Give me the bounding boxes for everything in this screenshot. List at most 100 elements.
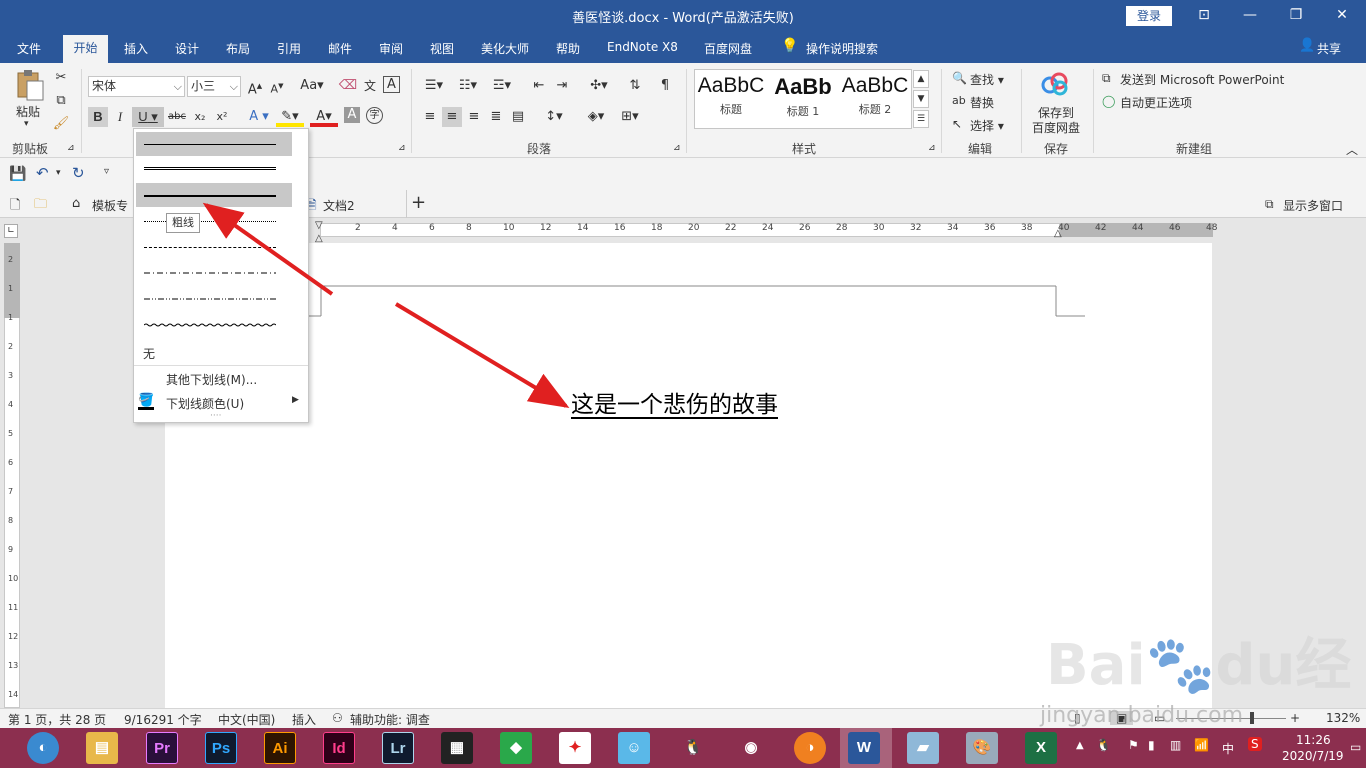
right-indent-icon[interactable]: △ (1054, 228, 1062, 239)
multi-window-button[interactable]: 显示多窗口 (1283, 197, 1343, 214)
ime-indicator[interactable]: 中 (1222, 740, 1234, 757)
customize-qat-icon[interactable]: ▿ (104, 166, 109, 177)
shading-icon[interactable]: ◈▾ (582, 107, 610, 127)
underline-button[interactable]: U ▾ (132, 107, 164, 127)
chrome-icon[interactable]: ◉ (735, 732, 767, 764)
line-spacing-icon[interactable]: ↕▾ (540, 107, 568, 127)
decrease-indent-icon[interactable]: ⇤ (529, 76, 549, 96)
align-center-icon[interactable]: ≡ (442, 107, 462, 127)
home-icon[interactable]: ⌂ (72, 196, 80, 211)
font-name-combo[interactable]: 宋体 ⌵ (88, 76, 185, 97)
clock-time[interactable]: 11:26 (1296, 733, 1331, 747)
premiere-icon[interactable]: Pr (146, 732, 178, 764)
find-button[interactable]: 查找 ▾ (970, 71, 1004, 88)
add-tab-icon[interactable]: + (411, 192, 426, 213)
zoom-level[interactable]: 132% (1326, 711, 1360, 725)
underline-option-dotted[interactable] (136, 209, 292, 233)
tab-review[interactable]: 审阅 (379, 40, 403, 57)
increase-indent-icon[interactable]: ⇥ (552, 76, 572, 96)
tab-template[interactable]: 模板专 (92, 197, 128, 214)
insert-mode[interactable]: 插入 (292, 711, 316, 728)
distribute-icon[interactable]: ▤ (508, 107, 528, 127)
send-to-ppt-icon[interactable]: ⧉ (1102, 71, 1111, 86)
text-effects-icon[interactable]: A ▾ (246, 107, 272, 127)
tab-design[interactable]: 设计 (175, 40, 199, 57)
underline-option-thick[interactable] (136, 183, 292, 207)
word-taskbar-icon[interactable]: W (848, 732, 880, 764)
photoshop-icon[interactable]: Ps (205, 732, 237, 764)
tab-doc2[interactable]: 文档2 (323, 197, 355, 214)
app-green-icon[interactable]: ◆ (500, 732, 532, 764)
tray-expand-icon[interactable]: ▲ (1076, 740, 1084, 751)
share-button[interactable]: 共享 (1317, 40, 1341, 57)
tray-flag-icon[interactable]: ⚑ (1128, 738, 1139, 752)
page-count[interactable]: 第 1 页，共 28 页 (8, 711, 106, 728)
enclose-char-icon[interactable]: 字 (366, 107, 383, 124)
first-line-indent-icon[interactable]: ▽ (315, 220, 323, 231)
excel-taskbar-icon[interactable]: X (1025, 732, 1057, 764)
change-case-icon[interactable]: Aa▾ (297, 76, 327, 96)
show-marks-icon[interactable]: ¶ (655, 76, 675, 96)
close-icon[interactable]: ✕ (1319, 0, 1365, 31)
chinese-layout-icon[interactable]: ✣▾ (585, 76, 613, 96)
styles-launcher-icon[interactable]: ⊿ (928, 143, 936, 153)
copy-icon[interactable]: ⧉ (51, 91, 71, 111)
sogou-icon[interactable]: S (1248, 737, 1262, 751)
word-count[interactable]: 9/16291 个字 (124, 711, 202, 728)
highlight-icon[interactable]: ✎▾ (276, 107, 304, 127)
gallery-down-icon[interactable]: ▼ (913, 90, 929, 108)
tray-qq-icon[interactable]: 🐧 (1096, 738, 1111, 752)
open-folder-icon[interactable]: 🗀 (34, 195, 47, 217)
subscript-button[interactable]: x₂ (190, 107, 210, 127)
browser-360-icon[interactable]: ◐ (27, 732, 59, 764)
qq-icon[interactable]: 🐧 (677, 732, 709, 764)
accessibility-status[interactable]: 辅助功能: 调查 (350, 711, 430, 728)
autocorrect-icon[interactable]: ◯ (1102, 94, 1115, 108)
align-left-icon[interactable]: ≡ (420, 107, 440, 127)
maximize-icon[interactable]: ❐ (1273, 0, 1319, 31)
tab-insert[interactable]: 插入 (124, 40, 148, 57)
font-launcher-icon[interactable]: ⊿ (398, 143, 406, 153)
phonetic-guide-icon[interactable]: 文 (360, 76, 380, 96)
underline-option-single[interactable] (136, 132, 292, 156)
gallery-more-icon[interactable]: ☰ (913, 110, 929, 128)
gallery-up-icon[interactable]: ▲ (913, 70, 929, 88)
underline-option-dash-dot-dot[interactable] (136, 287, 292, 311)
autocorrect-button[interactable]: 自动更正选项 (1120, 94, 1192, 111)
undo-icon[interactable]: ↶ (36, 164, 49, 182)
multi-window-icon[interactable]: ⧉ (1265, 197, 1274, 212)
tab-layout[interactable]: 布局 (226, 40, 250, 57)
paint-icon[interactable]: 🎨 (966, 732, 998, 764)
replace-icon[interactable]: ab (952, 94, 966, 107)
find-icon[interactable]: 🔍 (952, 71, 967, 85)
notification-icon[interactable]: ▭ (1350, 740, 1361, 754)
tab-selector-icon[interactable]: ∟ (4, 224, 18, 238)
login-button[interactable]: 登录 (1126, 6, 1172, 26)
numbering-icon[interactable]: ☷▾ (454, 76, 482, 96)
tab-references[interactable]: 引用 (277, 40, 301, 57)
format-painter-icon[interactable]: 🖌 (51, 114, 71, 134)
app-chat-icon[interactable]: ☺ (618, 732, 650, 764)
collapse-ribbon-icon[interactable]: ︿ (1346, 141, 1358, 158)
underline-color-item[interactable]: 下划线颜色(U) (166, 395, 244, 412)
baidu-pan-label[interactable]: 百度网盘 (1032, 119, 1080, 136)
tray-wifi-icon[interactable]: 📶 (1194, 738, 1209, 752)
underline-option-none[interactable]: 无 (143, 345, 155, 362)
underline-option-dash-dot[interactable] (136, 261, 292, 285)
minimize-icon[interactable]: — (1227, 0, 1273, 31)
ribbon-display-icon[interactable]: ⊡ (1181, 0, 1227, 31)
font-color-icon[interactable]: A▾ (310, 107, 338, 127)
resize-grip-icon[interactable]: ···· (210, 411, 221, 421)
borders-icon[interactable]: ⊞▾ (616, 107, 644, 127)
superscript-button[interactable]: x² (212, 107, 232, 127)
language[interactable]: 中文(中国) (218, 711, 275, 728)
style-heading-1[interactable]: AaBb 标题 1 (767, 74, 839, 119)
save-icon[interactable]: 💾 (9, 166, 26, 182)
more-underlines-item[interactable]: 其他下划线(M)... (166, 371, 257, 388)
baidu-pan-icon[interactable] (1040, 71, 1070, 99)
cut-icon[interactable]: ✂ (51, 68, 71, 88)
grow-font-icon[interactable]: A▲ (245, 76, 265, 97)
bold-button[interactable]: B (88, 107, 108, 127)
justify-icon[interactable]: ≣ (486, 107, 506, 127)
app-orange-icon[interactable]: ◑ (794, 732, 826, 764)
